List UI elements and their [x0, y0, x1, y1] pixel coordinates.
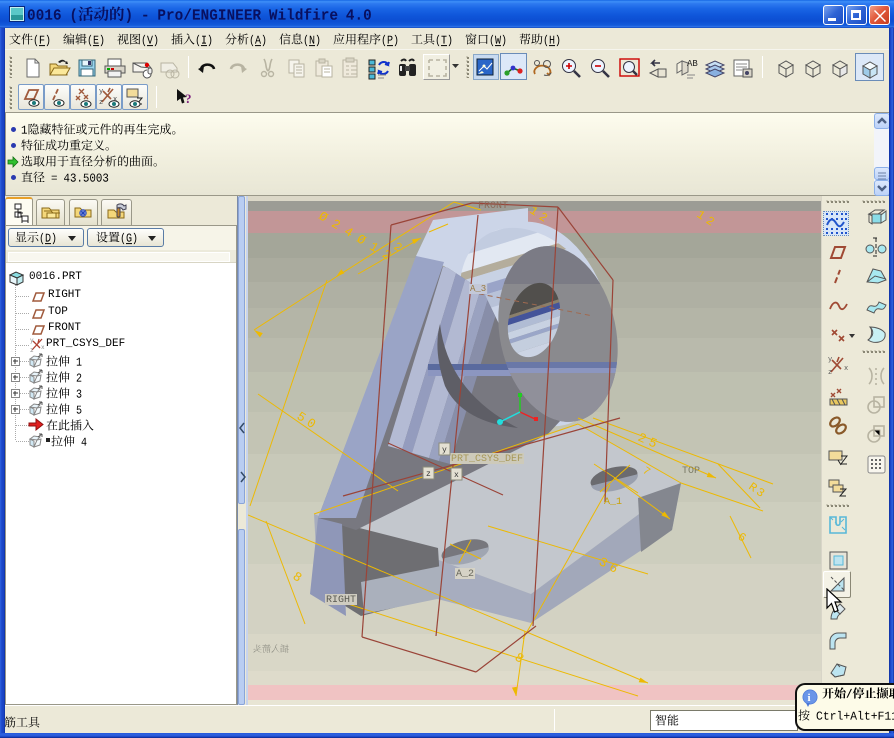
svg-text:A_2: A_2: [456, 569, 474, 580]
svg-text:x: x: [844, 365, 848, 373]
svg-text:RIGHT: RIGHT: [326, 595, 356, 606]
svg-text:FRONT: FRONT: [478, 201, 508, 212]
svg-text:x: x: [41, 344, 45, 351]
svg-text:y: y: [828, 356, 832, 364]
svg-text:y: y: [442, 446, 447, 455]
svg-text:z: z: [426, 470, 431, 479]
svg-text:i: i: [808, 692, 811, 704]
svg-text:z: z: [99, 99, 103, 107]
svg-text:A_3: A_3: [470, 284, 486, 294]
svg-text:AB: AB: [687, 59, 698, 69]
svg-text:y: y: [30, 337, 34, 344]
svg-text:PRT_CSYS_DEF: PRT_CSYS_DEF: [451, 454, 523, 465]
svg-text:?: ?: [185, 91, 192, 106]
svg-text:TOP: TOP: [682, 466, 700, 477]
svg-text:z: z: [828, 369, 832, 377]
svg-text:A_1: A_1: [604, 497, 622, 508]
svg-text:y: y: [99, 88, 103, 96]
svg-text:x: x: [454, 471, 459, 480]
